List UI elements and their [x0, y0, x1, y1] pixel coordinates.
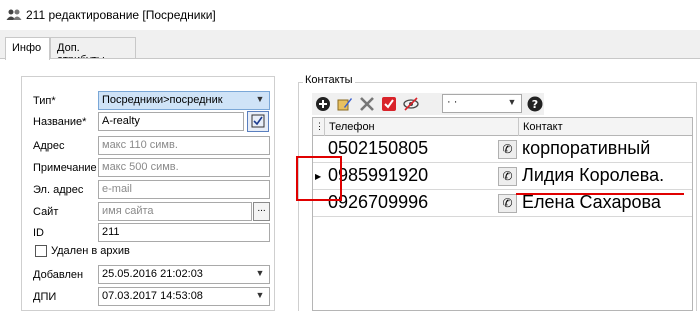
filter-value: · ·: [447, 96, 458, 108]
table-row[interactable]: ▶ 0985991920 ✆ Лидия Королева.: [313, 164, 692, 190]
site-placeholder: имя сайта: [102, 205, 154, 217]
phone-call-icon[interactable]: ✆: [498, 194, 517, 213]
chevron-down-icon: ▼: [255, 94, 265, 104]
site-label: Сайт: [33, 206, 59, 218]
contacts-toolbar: · · ▼ ?: [312, 93, 544, 115]
title-bar: 211 редактирование [Посредники]: [0, 0, 700, 30]
site-input[interactable]: имя сайта: [98, 202, 252, 221]
added-label: Добавлен: [33, 269, 84, 281]
contacts-label: Контакты: [303, 74, 355, 86]
id-label: ID: [33, 227, 44, 239]
chevron-down-icon: ▼: [255, 268, 265, 278]
contact-cell: корпоративный: [522, 138, 651, 158]
contacts-filter-select[interactable]: · · ▼: [442, 94, 522, 113]
chevron-down-icon: ▼: [507, 97, 517, 107]
id-input[interactable]: 211: [98, 223, 270, 242]
archived-checkbox[interactable]: [35, 245, 47, 257]
column-header-phone[interactable]: Телефон: [325, 118, 519, 136]
name-input[interactable]: A-realty: [98, 112, 244, 131]
phone-call-icon[interactable]: ✆: [498, 140, 517, 159]
users-icon: [6, 9, 22, 20]
checkmark-icon: [251, 114, 265, 128]
contacts-grid: ⋮ Телефон Контакт 0502150805 ✆ корпорати…: [312, 117, 693, 311]
note-placeholder: макс 500 симв.: [102, 161, 179, 173]
address-input[interactable]: макс 110 симв.: [98, 136, 270, 155]
type-label: Тип*: [33, 95, 56, 107]
table-row[interactable]: 0502150805 ✆ корпоративный: [313, 137, 692, 163]
chevron-down-icon: ▼: [255, 290, 265, 300]
name-label: Название*: [33, 116, 87, 128]
svg-text:?: ?: [532, 98, 538, 111]
contact-header-label: Контакт: [523, 121, 563, 133]
note-input[interactable]: макс 500 симв.: [98, 158, 270, 177]
address-placeholder: макс 110 симв.: [102, 139, 178, 151]
site-browse-button[interactable]: ...: [253, 202, 270, 221]
window-title: 211 редактирование [Посредники]: [26, 8, 216, 22]
address-label: Адрес: [33, 140, 65, 152]
row-selector-header: ⋮: [313, 118, 325, 136]
annotation-box: [296, 156, 342, 201]
email-input[interactable]: e-mail: [98, 180, 270, 199]
edit-icon[interactable]: [336, 95, 354, 113]
check-icon[interactable]: [380, 95, 398, 113]
type-select[interactable]: Посредники>посредник ▼: [98, 91, 270, 110]
note-label: Примечание: [33, 162, 97, 174]
hide-icon[interactable]: [402, 95, 420, 113]
archived-label: Удален в архив: [51, 245, 130, 257]
site-browse-label: ...: [257, 203, 266, 214]
email-placeholder: e-mail: [102, 183, 132, 195]
dpi-date-select[interactable]: 07.03.2017 14:53:08 ▼: [98, 287, 270, 306]
tab-bar: Инфо Доп. атрибуты: [0, 37, 700, 66]
tab-info[interactable]: Инфо: [5, 37, 50, 60]
added-date-select[interactable]: 25.05.2016 21:02:03 ▼: [98, 265, 270, 284]
contact-cell: Лидия Королева.: [522, 165, 665, 185]
dpi-label: ДПИ: [33, 291, 57, 303]
id-value: 211: [102, 226, 120, 238]
email-label: Эл. адрес: [33, 184, 84, 196]
annotation-underline: [516, 193, 684, 195]
type-value: Посредники>посредник: [102, 94, 223, 106]
name-value: A-realty: [102, 115, 140, 127]
phone-call-icon[interactable]: ✆: [498, 167, 517, 186]
dpi-value: 07.03.2017 14:53:08: [102, 290, 203, 302]
grid-header: ⋮ Телефон Контакт: [313, 118, 692, 136]
add-icon[interactable]: [314, 95, 332, 113]
help-icon[interactable]: ?: [526, 95, 544, 113]
tab-extra-attributes[interactable]: Доп. атрибуты: [50, 37, 136, 66]
tab-info-label: Инфо: [12, 42, 42, 54]
added-value: 25.05.2016 21:02:03: [102, 268, 203, 280]
name-confirm-button[interactable]: [247, 111, 269, 132]
phone-header-label: Телефон: [329, 121, 375, 133]
column-header-contact[interactable]: Контакт: [519, 118, 692, 136]
delete-icon[interactable]: [358, 95, 376, 113]
